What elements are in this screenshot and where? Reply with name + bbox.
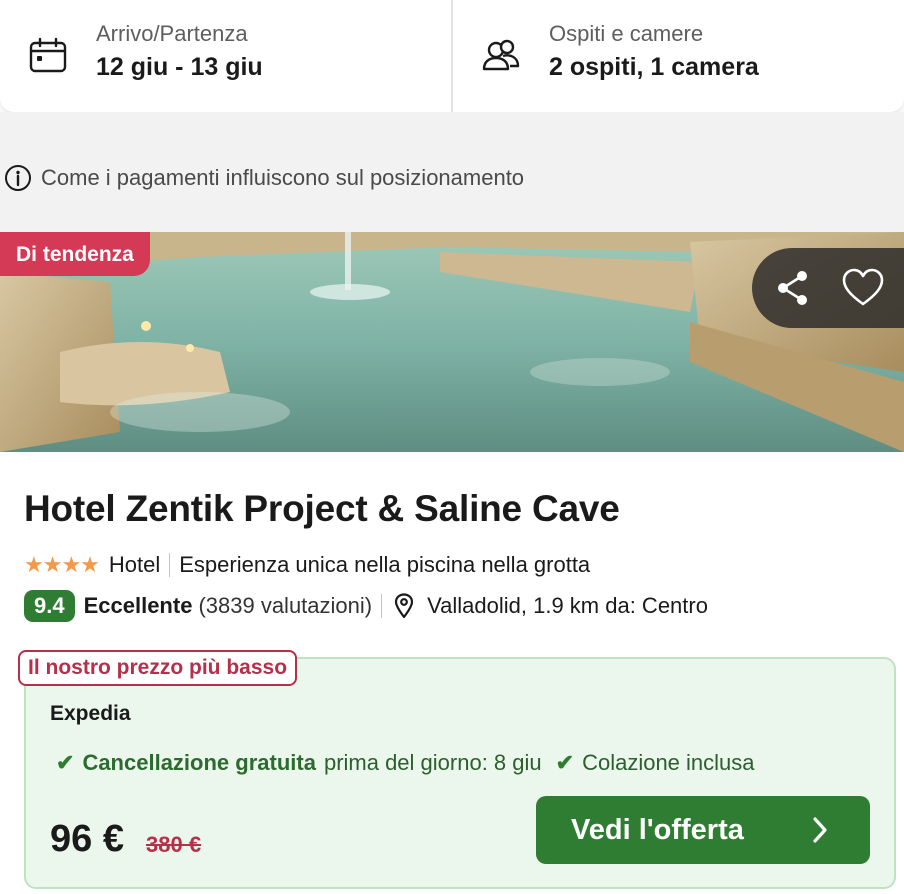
dates-label: Arrivo/Partenza — [96, 21, 248, 46]
cancellation-detail: prima del giorno: 8 giu — [323, 750, 542, 775]
deal-provider: Expedia — [50, 702, 131, 725]
breakfast-included: Colazione inclusa — [582, 750, 755, 775]
photo-actions — [752, 248, 904, 328]
hotel-rating-row: 9.4 Eccellente (3839 valutazioni) Vallad… — [24, 590, 708, 622]
separator — [381, 594, 383, 618]
view-deal-label: Vedi l'offerta — [571, 813, 744, 846]
trend-badge: Di tendenza — [0, 232, 150, 276]
hotel-type: Hotel — [108, 552, 161, 577]
dates-selector[interactable]: Arrivo/Partenza 12 giu - 13 giu — [0, 0, 453, 112]
share-button[interactable] — [758, 253, 828, 323]
guests-icon — [482, 39, 520, 71]
favorite-button[interactable] — [828, 253, 898, 323]
view-deal-button[interactable]: Vedi l'offerta — [536, 796, 870, 864]
info-icon — [5, 165, 31, 191]
star-rating: ★★★★ — [24, 552, 100, 577]
free-cancellation: Cancellazione gratuita — [82, 750, 316, 775]
search-summary-bar: Arrivo/Partenza 12 giu - 13 giu Ospiti e… — [0, 0, 904, 112]
separator — [169, 553, 171, 577]
rating-verdict: Eccellente — [83, 593, 193, 618]
deal-features: ✔ Cancellazione gratuita prima del giorn… — [56, 750, 755, 776]
guests-selector[interactable]: Ospiti e camere 2 ospiti, 1 camera — [453, 0, 904, 112]
original-price: 380 € — [146, 832, 202, 857]
ranking-info-text: Come i pagamenti influiscono sul posizio… — [41, 165, 525, 190]
ranking-info-link[interactable]: Come i pagamenti influiscono sul posizio… — [4, 164, 524, 192]
calendar-icon — [29, 37, 67, 73]
check-icon: ✔ — [56, 750, 75, 775]
deal-price: 96 € — [50, 818, 124, 860]
lowest-price-badge: Il nostro prezzo più basso — [18, 650, 298, 686]
guests-value: 2 ospiti, 1 camera — [549, 53, 759, 81]
guests-label: Ospiti e camere — [549, 21, 704, 46]
heart-icon — [842, 268, 884, 306]
hotel-meta: ★★★★ Hotel Esperienza unica nella piscin… — [24, 552, 590, 578]
dates-value: 12 giu - 13 giu — [96, 53, 263, 81]
share-icon — [778, 271, 807, 305]
hotel-location[interactable]: Valladolid, 1.9 km da: Centro — [427, 593, 708, 619]
review-count[interactable]: (3839 valutazioni) — [198, 593, 372, 619]
rating-score-badge: 9.4 — [24, 590, 75, 622]
location-pin-icon — [395, 593, 414, 619]
chevron-right-icon — [813, 817, 827, 843]
hotel-name[interactable]: Hotel Zentik Project & Saline Cave — [24, 488, 620, 530]
hotel-highlight: Esperienza unica nella piscina nella gro… — [179, 552, 591, 577]
check-icon: ✔ — [555, 750, 575, 775]
